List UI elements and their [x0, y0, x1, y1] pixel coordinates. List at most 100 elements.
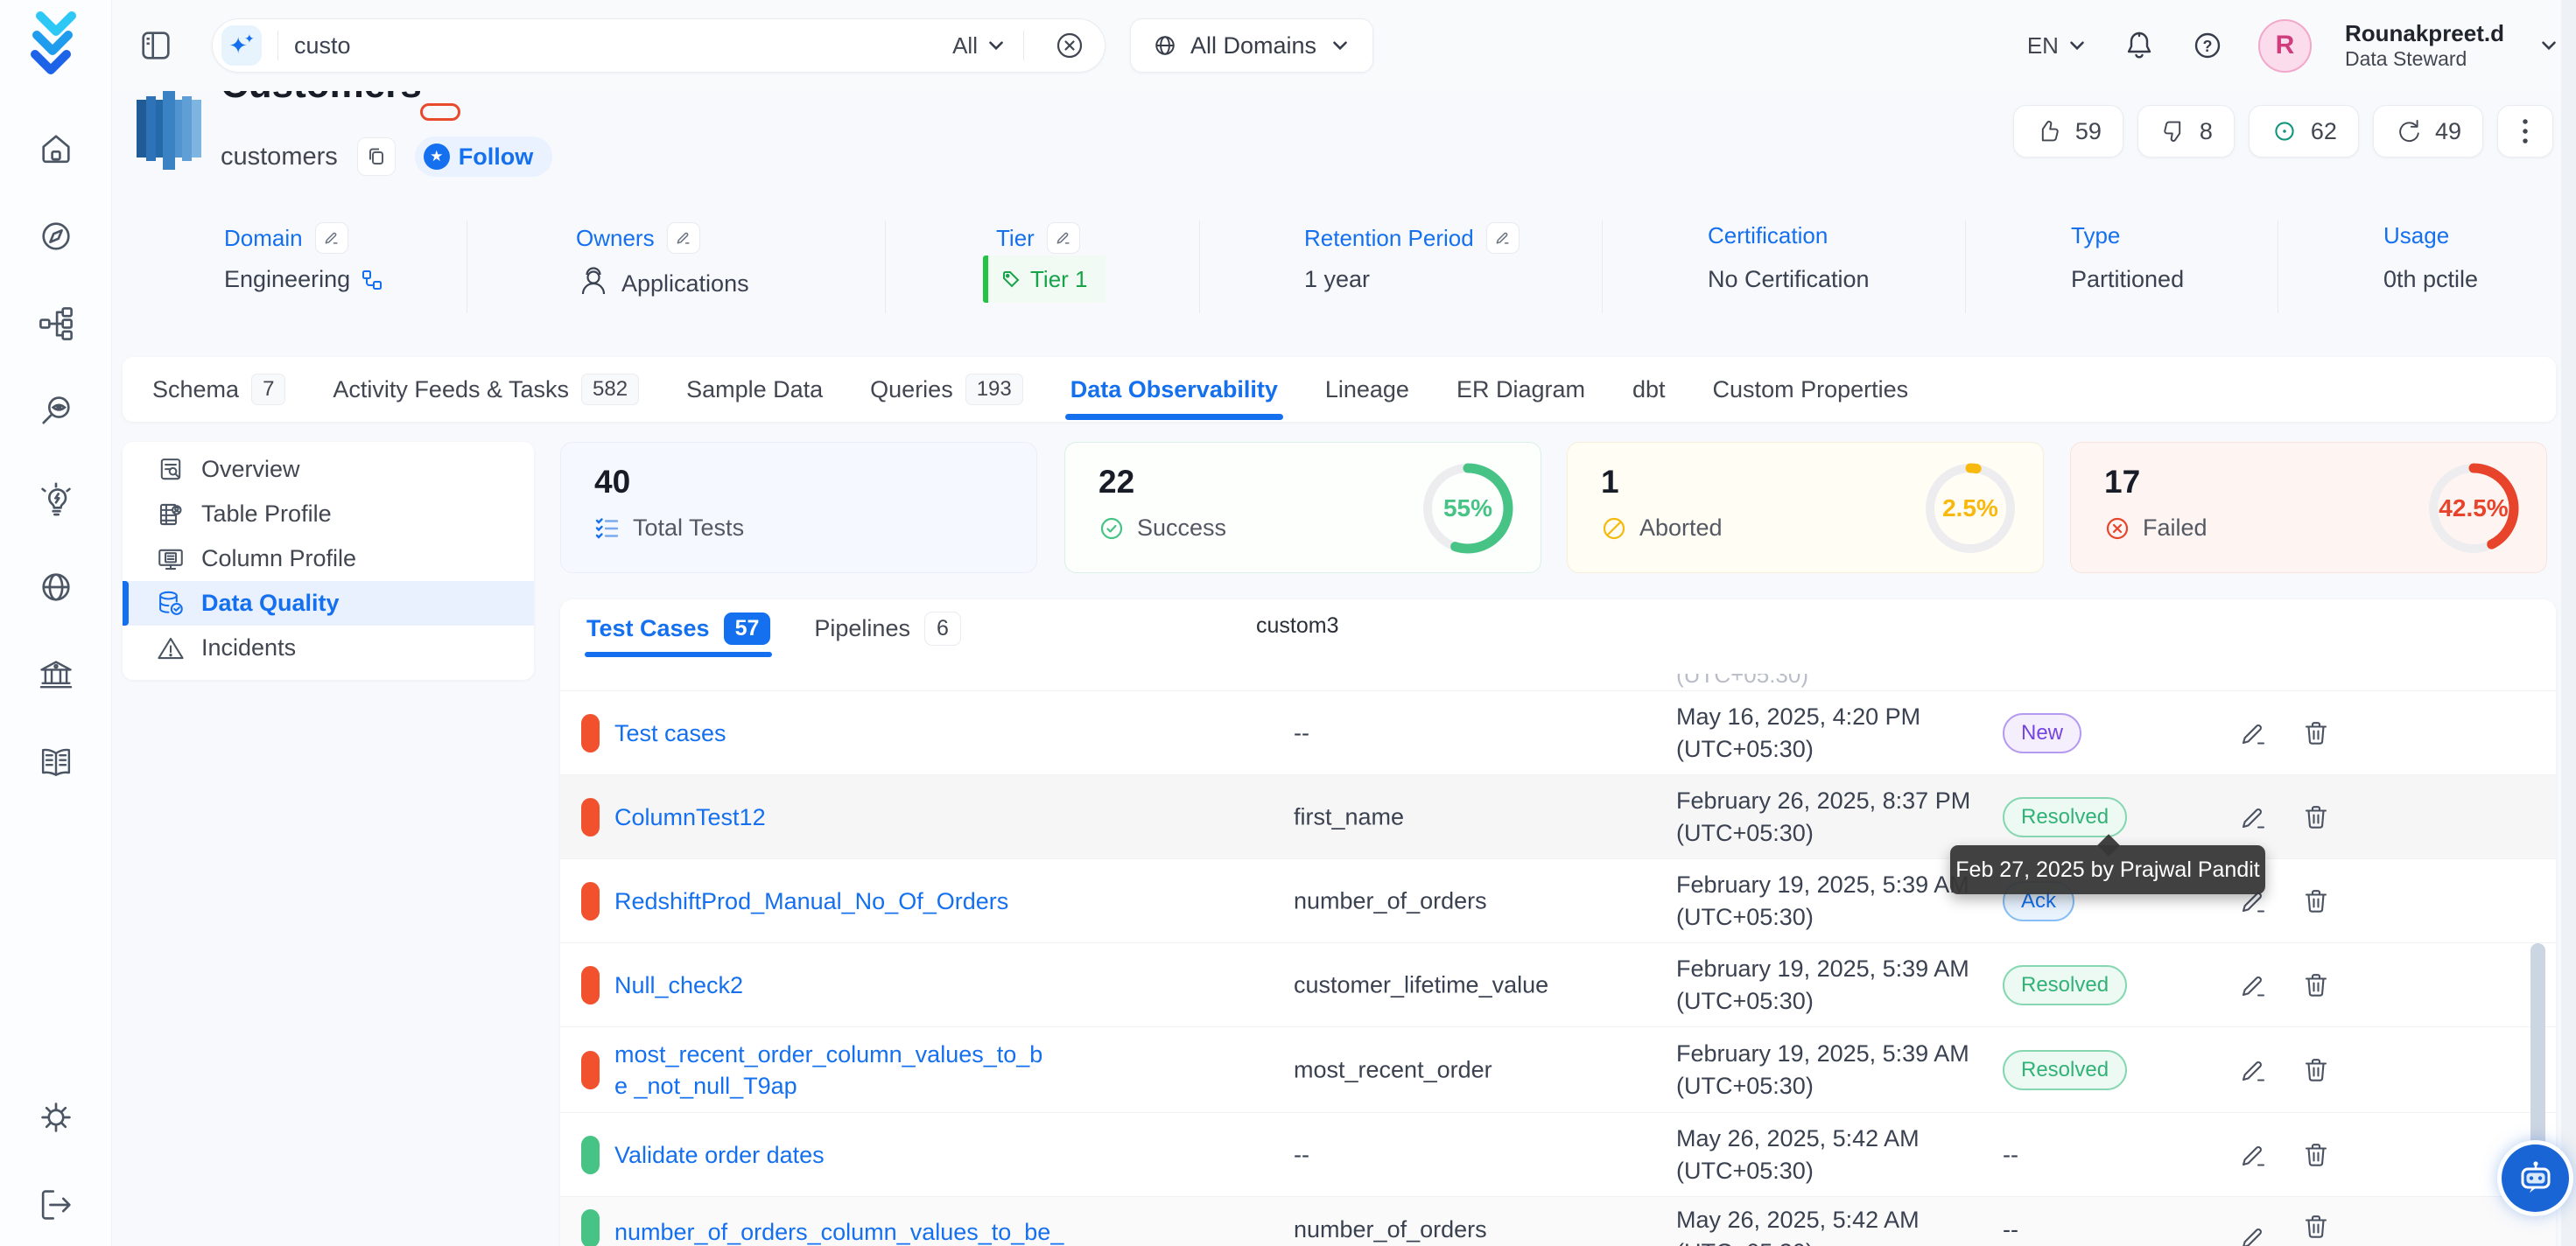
redshift-service-icon [131, 88, 205, 175]
status-indicator-failed [581, 714, 600, 752]
chevron-down-icon[interactable] [2537, 34, 2560, 57]
incident-badge-new[interactable]: New [2003, 713, 2081, 753]
help-icon[interactable]: ? [2190, 28, 2225, 63]
delete-icon[interactable] [2302, 887, 2330, 915]
test-case-link[interactable]: RedshiftProd_Manual_No_Of_Orders [614, 886, 1070, 917]
user-menu[interactable]: Rounakpreet.d Data Steward [2345, 20, 2504, 72]
lineage-sitemap-icon[interactable] [37, 304, 75, 343]
domains-globe-icon[interactable] [37, 568, 75, 606]
edit-icon[interactable] [2239, 1141, 2267, 1169]
sidenav-item-overview[interactable]: Overview [123, 447, 534, 492]
settings-gear-icon[interactable] [37, 1098, 75, 1137]
delete-icon[interactable] [2302, 1056, 2330, 1084]
table-row[interactable]: Null_check2 customer_lifetime_value Febr… [560, 943, 2556, 1027]
column-cell: number_of_orders [1294, 887, 1487, 914]
all-domains-button[interactable]: All Domains [1130, 18, 1373, 73]
tier-badge[interactable]: Tier 1 [983, 256, 1106, 303]
thumbs-up-icon [2035, 117, 2063, 145]
page-scrollbar-track[interactable] [2561, 0, 2576, 1246]
notifications-bell-icon[interactable] [2122, 28, 2157, 63]
search-scope-dropdown[interactable]: All [952, 32, 1007, 60]
versions-button[interactable]: 49 [2373, 105, 2483, 158]
edit-icon[interactable] [2239, 971, 2267, 999]
governance-bank-icon[interactable] [37, 656, 75, 695]
tab-data-observability[interactable]: Data Observability [1070, 357, 1278, 422]
delete-icon[interactable] [2302, 803, 2330, 831]
edit-owners-icon[interactable] [667, 222, 700, 254]
sidenav-item-incidents[interactable]: Incidents [123, 626, 534, 670]
follow-button[interactable]: ★ Follow [415, 136, 552, 177]
table-row[interactable]: number_of_orders_column_values_to_be_ nu… [560, 1197, 2556, 1246]
delete-icon[interactable] [2302, 719, 2330, 747]
tab-dbt[interactable]: dbt [1632, 357, 1666, 422]
success-donut: 55% [1418, 458, 1518, 558]
test-case-link[interactable]: ColumnTest12 [614, 802, 1070, 833]
incident-badge-resolved[interactable]: Resolved [2003, 797, 2127, 837]
ai-sparkle-icon[interactable]: ✦✦ [221, 25, 262, 66]
more-options-button[interactable] [2497, 105, 2553, 158]
incident-badge-resolved[interactable]: Resolved [2003, 965, 2127, 1005]
test-case-link[interactable]: Test cases [614, 718, 1070, 749]
glossary-book-icon[interactable] [37, 744, 75, 782]
logout-icon[interactable] [37, 1186, 75, 1224]
edit-icon[interactable] [2239, 1223, 2267, 1246]
test-case-link[interactable]: number_of_orders_column_values_to_be_ [614, 1216, 1070, 1246]
search-input[interactable] [294, 32, 952, 60]
tab-test-cases[interactable]: Test Cases57 [586, 599, 770, 657]
test-case-link[interactable]: Null_check2 [614, 970, 1070, 1001]
test-case-link[interactable]: most_recent_order_column_values_to_be _n… [614, 1039, 1052, 1102]
edit-tier-icon[interactable] [1047, 222, 1080, 254]
edit-domain-icon[interactable] [315, 222, 348, 254]
copy-icon[interactable] [357, 137, 396, 176]
table-row[interactable]: Test cases -- May 16, 2025, 4:20 PM(UTC+… [560, 691, 2556, 775]
delete-icon[interactable] [2302, 1213, 2330, 1241]
tab-pipelines[interactable]: Pipelines6 [814, 599, 960, 657]
tab-custom-properties[interactable]: Custom Properties [1713, 357, 1909, 422]
watch-button[interactable]: 62 [2249, 105, 2359, 158]
slash-circle-icon [1601, 515, 1627, 542]
sidenav-item-column-profile[interactable]: Column Profile [123, 536, 534, 581]
edit-icon[interactable] [2239, 1056, 2267, 1084]
home-icon[interactable] [37, 130, 75, 168]
incidents-warning-icon [156, 634, 186, 663]
user-avatar[interactable]: R [2258, 19, 2312, 73]
owners-value[interactable]: Applications [576, 266, 749, 301]
clear-search-icon[interactable] [1054, 30, 1085, 61]
test-case-link[interactable]: Validate order dates [614, 1139, 1070, 1171]
delete-icon[interactable] [2302, 1141, 2330, 1169]
observability-search-eye-icon[interactable] [37, 392, 75, 430]
tab-er-diagram[interactable]: ER Diagram [1456, 357, 1585, 422]
incident-badge-resolved[interactable]: Resolved [2003, 1050, 2127, 1090]
collate-logo[interactable] [26, 10, 84, 77]
domain-label: Domain [224, 222, 348, 254]
column-cell: number_of_orders [1294, 1216, 1487, 1243]
retention-value: 1 year [1304, 266, 1370, 293]
sidenav-item-data-quality[interactable]: Data Quality [123, 581, 534, 626]
explore-compass-icon[interactable] [37, 217, 75, 256]
data-quality-icon [156, 589, 186, 619]
edit-icon[interactable] [2239, 719, 2267, 747]
tab-sample-data[interactable]: Sample Data [686, 357, 823, 422]
chat-assistant-button[interactable] [2502, 1144, 2569, 1212]
tab-lineage[interactable]: Lineage [1325, 357, 1409, 422]
table-row[interactable]: most_recent_order_column_values_to_be _n… [560, 1027, 2556, 1113]
tab-schema[interactable]: Schema7 [152, 357, 285, 422]
delete-icon[interactable] [2302, 971, 2330, 999]
table-row[interactable]: Validate order dates -- May 26, 2025, 5:… [560, 1113, 2556, 1197]
downvote-button[interactable]: 8 [2137, 105, 2235, 158]
upvote-button[interactable]: 59 [2013, 105, 2123, 158]
domain-value[interactable]: Engineering [224, 266, 383, 293]
sidenav-item-table-profile[interactable]: Table Profile [123, 492, 534, 536]
language-dropdown[interactable]: EN [2027, 32, 2088, 60]
test-cases-table: (UTC+05:30) Test cases -- May 16, 2025, … [560, 674, 2556, 1246]
global-search-bar[interactable]: ✦✦ All [212, 18, 1106, 73]
sidebar-toggle-icon[interactable] [137, 26, 175, 65]
divider [1023, 31, 1024, 60]
deprecated-badge [420, 103, 460, 121]
edit-retention-icon[interactable] [1486, 222, 1520, 254]
date-cell: February 19, 2025, 5:39 AM(UTC+05:30) [1676, 1038, 1969, 1102]
tab-queries[interactable]: Queries193 [870, 357, 1023, 422]
insights-bulb-icon[interactable] [37, 480, 75, 519]
tab-activity-feeds[interactable]: Activity Feeds & Tasks582 [333, 357, 639, 422]
edit-icon[interactable] [2239, 803, 2267, 831]
